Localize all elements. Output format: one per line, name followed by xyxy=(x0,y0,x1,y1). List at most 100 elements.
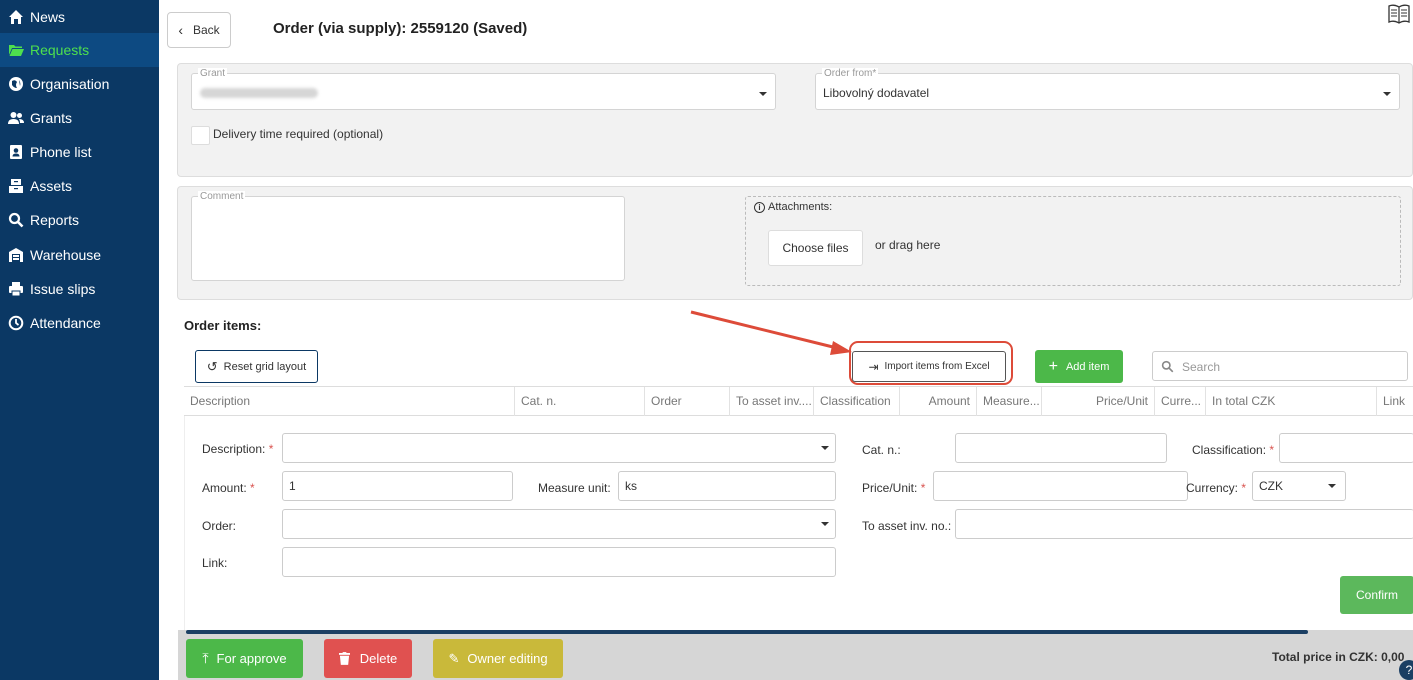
search-input[interactable]: Search xyxy=(1152,351,1408,381)
address-book-icon xyxy=(8,144,24,160)
owner-editing-button[interactable]: ✎ Owner editing xyxy=(433,639,563,678)
column-price-unit[interactable]: Price/Unit xyxy=(1042,387,1155,416)
clock-icon xyxy=(8,315,24,331)
comment-textarea[interactable]: Comment xyxy=(191,191,625,281)
undo-icon: ↺ xyxy=(206,358,218,374)
arrow-annotation xyxy=(690,310,852,355)
currency-label: Currency: * xyxy=(1186,481,1247,495)
chevron-down-icon xyxy=(821,446,829,450)
page-title: Order (via supply): 2559120 (Saved) xyxy=(273,20,528,37)
sidebar-item-news[interactable]: News xyxy=(0,0,159,34)
choose-files-button[interactable]: Choose files xyxy=(768,230,863,266)
warehouse-icon xyxy=(8,247,24,263)
chevron-down-icon xyxy=(759,92,767,96)
classification-label: Classification: * xyxy=(1192,443,1275,457)
sidebar-item-warehouse[interactable]: Warehouse xyxy=(0,238,159,272)
delete-label: Delete xyxy=(359,651,398,666)
sidebar-item-label: Phone list xyxy=(30,144,92,160)
sidebar-item-label: Reports xyxy=(30,212,80,228)
plus-icon: + xyxy=(1048,357,1058,375)
add-item-button[interactable]: + Add item xyxy=(1035,350,1123,383)
order-items-heading: Order items: xyxy=(184,318,262,333)
order-from-legend: Order from* xyxy=(822,68,879,79)
help-icon[interactable]: ? xyxy=(1399,660,1413,680)
order-from-select[interactable]: Order from* Libovolný dodavatel xyxy=(815,68,1400,110)
import-excel-button[interactable]: ⇥ Import items from Excel xyxy=(852,351,1006,382)
sidebar-item-label: News xyxy=(30,9,66,25)
attachments-label: Attachments: xyxy=(768,201,833,213)
users-icon xyxy=(8,110,24,126)
measure-unit-input[interactable]: ks xyxy=(618,471,836,501)
trash-icon xyxy=(338,652,350,665)
cat-n-input[interactable] xyxy=(955,433,1167,463)
comment-attachments-panel: Comment i Attachments: Choose files or d… xyxy=(177,186,1413,300)
sidebar-item-label: Issue slips xyxy=(30,281,96,297)
description-label: Description: * xyxy=(202,442,274,456)
chevron-left-icon: ‹ xyxy=(178,22,183,38)
grant-legend: Grant xyxy=(198,68,228,79)
order-header-panel: Grant Order from* Libovolný dodavatel De… xyxy=(177,63,1413,177)
reset-grid-layout-button[interactable]: ↺ Reset grid layout xyxy=(195,350,318,383)
back-button[interactable]: ‹ Back xyxy=(167,12,231,48)
grant-value-blurred xyxy=(200,88,318,98)
currency-select[interactable]: CZK xyxy=(1252,471,1346,501)
order-select[interactable] xyxy=(282,509,836,539)
column-classification[interactable]: Classification xyxy=(814,387,900,416)
sidebar-item-assets[interactable]: Assets xyxy=(0,169,159,203)
sidebar-item-organisation[interactable]: Organisation xyxy=(0,67,159,101)
grant-select[interactable]: Grant xyxy=(191,68,776,110)
sidebar-item-label: Requests xyxy=(30,42,90,58)
attachments-dropzone[interactable]: i Attachments: Choose files or drag here xyxy=(745,196,1401,286)
measure-unit-label: Measure unit: xyxy=(538,481,611,495)
sidebar-item-issue-slips[interactable]: Issue slips xyxy=(0,272,159,306)
for-approve-button[interactable]: ⤒ For approve xyxy=(186,639,303,678)
sidebar-item-label: Grants xyxy=(30,110,73,126)
sidebar-item-label: Warehouse xyxy=(30,247,102,263)
column-measure[interactable]: Measure... xyxy=(977,387,1042,416)
manual-book-icon[interactable] xyxy=(1387,2,1411,26)
for-approve-label: For approve xyxy=(216,651,287,666)
sidebar-item-phone-list[interactable]: Phone list xyxy=(0,135,159,169)
sidebar-item-label: Attendance xyxy=(30,315,101,331)
column-total-czk[interactable]: In total CZK xyxy=(1206,387,1377,416)
grid-header: Description Cat. n. Order To asset inv..… xyxy=(184,386,1413,416)
description-select[interactable] xyxy=(282,433,836,463)
globe-icon xyxy=(8,76,24,92)
pencil-icon: ✎ xyxy=(448,650,460,666)
owner-editing-label: Owner editing xyxy=(467,651,548,666)
delivery-time-checkbox[interactable] xyxy=(191,126,210,145)
import-excel-label: Import items from Excel xyxy=(884,361,990,372)
sidebar-item-reports[interactable]: Reports xyxy=(0,203,159,237)
column-link[interactable]: Link xyxy=(1377,387,1413,416)
boxes-icon xyxy=(8,178,24,194)
column-asset-inv[interactable]: To asset inv.... xyxy=(730,387,814,416)
asset-inv-label: To asset inv. no.: xyxy=(862,519,952,533)
chevron-down-icon xyxy=(821,522,829,526)
search-placeholder: Search xyxy=(1182,360,1221,374)
chevron-down-icon xyxy=(1383,92,1391,96)
search-icon xyxy=(1161,360,1174,373)
comment-legend: Comment xyxy=(198,191,246,202)
link-input[interactable] xyxy=(282,547,836,577)
search-icon xyxy=(8,212,24,228)
column-cat-n[interactable]: Cat. n. xyxy=(515,387,645,416)
classification-input[interactable] xyxy=(1279,433,1413,463)
folder-open-icon xyxy=(8,42,24,58)
print-icon xyxy=(8,281,24,297)
order-label: Order: xyxy=(202,519,237,533)
confirm-button[interactable]: Confirm xyxy=(1340,576,1413,614)
sidebar-item-attendance[interactable]: Attendance xyxy=(0,306,159,340)
sidebar-item-grants[interactable]: Grants xyxy=(0,101,159,135)
price-unit-input[interactable] xyxy=(933,471,1188,501)
horizontal-scrollbar[interactable] xyxy=(186,630,1308,634)
sidebar-item-requests[interactable]: Requests xyxy=(0,33,159,67)
amount-input[interactable]: 1 xyxy=(282,471,513,501)
column-amount[interactable]: Amount xyxy=(900,387,977,416)
column-description[interactable]: Description xyxy=(184,387,515,416)
sidebar-item-label: Assets xyxy=(30,178,73,194)
asset-inv-select[interactable] xyxy=(955,509,1413,539)
column-currency[interactable]: Curre... xyxy=(1155,387,1206,416)
total-price: Total price in CZK: 0,00 xyxy=(1272,650,1405,664)
delete-button[interactable]: Delete xyxy=(324,639,412,678)
column-order[interactable]: Order xyxy=(645,387,730,416)
